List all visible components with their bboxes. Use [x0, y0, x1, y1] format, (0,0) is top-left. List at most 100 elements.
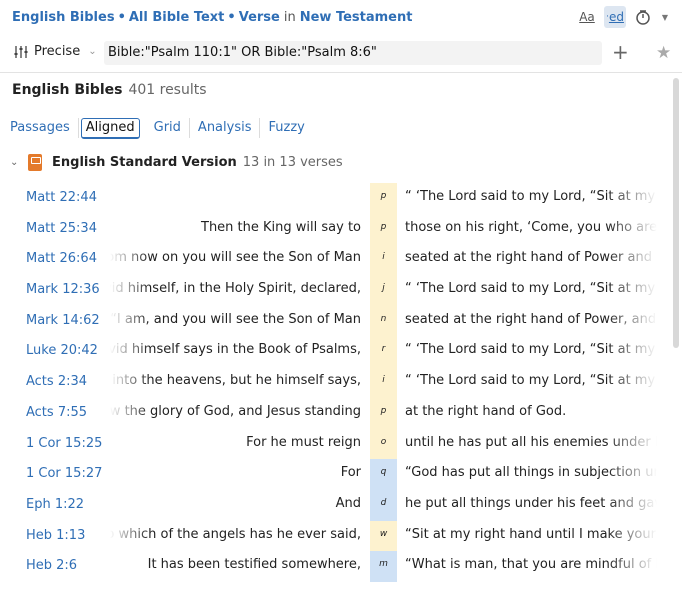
result-row[interactable]: 1 Cor 15:25 For he must reign o until he ha… — [0, 428, 670, 460]
verse-reference-link[interactable]: Matt 26:64 — [26, 251, 97, 266]
fade-overlay — [110, 183, 150, 214]
aligned-word-cell[interactable]: i — [370, 367, 397, 398]
ed-label: ed — [608, 10, 624, 24]
tab-passages[interactable]: Passages — [0, 118, 79, 138]
verse-reference-link[interactable]: Matt 22:44 — [26, 190, 97, 205]
aligned-word-cell[interactable]: p — [370, 183, 397, 214]
breadcrumb-bar: English Bibles • All Bible Text • Verse in New… — [0, 0, 682, 36]
verse-reference-link[interactable]: Mark 14:62 — [26, 313, 100, 328]
left-context: David himself, in the Holy Spirit, decla… — [110, 281, 361, 296]
chevron-down-icon[interactable]: ⌄ — [10, 157, 22, 168]
right-context: at the right hand of God. — [405, 403, 567, 419]
view-tabs: Passages Aligned Grid Analysis Fuzzy — [0, 116, 313, 140]
result-row[interactable]: Mark 14:62 said, “I am, and you will see … — [0, 305, 670, 337]
version-group-header[interactable]: ⌄ English Standard Version 13 in 13 vers… — [10, 154, 343, 171]
result-row[interactable]: Eph 1:22 And d he put all things under his … — [0, 489, 670, 521]
chevron-down-icon[interactable]: ▼ — [660, 6, 670, 28]
verse-reference-link[interactable]: Heb 1:13 — [26, 528, 85, 543]
result-row[interactable]: Acts 7:55 saw the glory of God, and Jesus… — [0, 397, 670, 429]
left-context-text: It has been testified somewhere, — [147, 557, 361, 573]
left-context: From now on you will see the Son of Man — [110, 250, 361, 265]
results-collection: English Bibles — [12, 82, 123, 98]
tab-fuzzy[interactable]: Fuzzy — [260, 118, 312, 138]
aligned-results-list: Matt 22:44 p “ ‘The Lord said to my Lord, … — [0, 183, 670, 582]
aligned-word-cell[interactable]: j — [370, 275, 397, 306]
sliders-icon — [14, 45, 28, 58]
aligned-word-cell[interactable]: p — [370, 213, 397, 245]
aligned-word-cell[interactable]: w — [370, 520, 397, 552]
result-row[interactable]: Matt 22:44 p “ ‘The Lord said to my Lord, … — [0, 183, 670, 214]
breadcrumb-all-bible-text[interactable]: All Bible Text — [129, 10, 225, 25]
verse-reference-link[interactable]: Matt 25:34 — [26, 221, 97, 236]
verse-reference-link[interactable]: Mark 12:36 — [26, 282, 100, 297]
verse-reference-link[interactable]: Acts 7:55 — [26, 405, 87, 420]
right-context: he put all things under his feet and gav… — [405, 495, 657, 511]
tab-grid[interactable]: Grid — [146, 118, 190, 138]
breadcrumb-english-bibles[interactable]: English Bibles — [12, 10, 115, 25]
aligned-word-cell[interactable]: r — [370, 336, 397, 368]
left-context: saw the glory of God, and Jesus standing — [110, 404, 361, 419]
right-context: “God has put all things in subjection un… — [405, 465, 657, 481]
verse-reference-link[interactable]: 1 Cor 15:25 — [26, 436, 102, 451]
aligned-word-cell[interactable]: i — [370, 244, 397, 276]
tab-analysis[interactable]: Analysis — [190, 118, 261, 138]
book-icon — [28, 154, 42, 171]
verse-reference-link[interactable]: Acts 2:34 — [26, 374, 87, 389]
left-context: said, “I am, and you will see the Son of… — [110, 312, 361, 327]
result-row[interactable]: Matt 26:64 From now on you will see the S… — [0, 244, 670, 276]
verse-reference-link[interactable]: Heb 2:6 — [26, 558, 77, 573]
search-bar: Precise ⌄ Bible:"Psalm 110:1" OR Bible:"… — [0, 36, 682, 73]
left-context-text: saw the glory of God, and Jesus standing — [110, 403, 361, 419]
left-context-text: For he must reign — [246, 434, 361, 450]
left-context-text: And — [335, 495, 361, 511]
verse-reference-link[interactable]: 1 Cor 15:27 — [26, 466, 102, 481]
ed-toggle-icon[interactable]: · ed — [604, 6, 626, 28]
left-context: For David did not ascend into the heaven… — [110, 373, 361, 388]
breadcrumb-verse[interactable]: Verse — [239, 10, 280, 25]
chevron-down-icon: ⌄ — [88, 46, 97, 57]
result-row[interactable]: Heb 2:6 It has been testified somewhere, m… — [0, 551, 670, 582]
scrollbar[interactable] — [673, 78, 679, 348]
timer-icon[interactable] — [632, 6, 654, 28]
left-context-text: For David himself says in the Book of Ps… — [110, 342, 361, 358]
left-context-text: From now on you will see the Son of Man — [110, 250, 361, 266]
left-context: Then the King will say to — [110, 220, 361, 235]
aligned-word-cell[interactable]: m — [370, 551, 397, 582]
result-row[interactable]: Matt 25:34 Then the King will say to p thos… — [0, 213, 670, 245]
result-row[interactable]: Luke 20:42 For David himself says in the … — [0, 336, 670, 368]
right-context: “ ‘The Lord said to my Lord, “Sit at my … — [405, 281, 657, 297]
right-context: those on his right, ‘Come, you who are b… — [405, 219, 657, 235]
result-row[interactable]: Heb 1:13 And to which of the angels has h… — [0, 520, 670, 552]
search-mode-label: Precise — [34, 44, 81, 59]
aligned-word-cell[interactable]: q — [370, 459, 397, 490]
left-context: For David himself says in the Book of Ps… — [110, 342, 361, 357]
star-icon[interactable]: ★ — [656, 44, 671, 62]
aligned-word-cell[interactable]: d — [370, 489, 397, 521]
result-row[interactable]: Acts 2:34 For David did not ascend into t… — [0, 367, 670, 398]
aligned-word-cell[interactable]: n — [370, 305, 397, 337]
result-row[interactable]: 1 Cor 15:27 For q “God has put all things i… — [0, 459, 670, 490]
verse-reference-link[interactable]: Eph 1:22 — [26, 497, 84, 512]
version-count: 13 in 13 verses — [242, 155, 343, 170]
aligned-word-cell[interactable]: o — [370, 428, 397, 460]
verse-reference-link[interactable]: Luke 20:42 — [26, 343, 98, 358]
breadcrumb-in-label: in — [283, 10, 296, 25]
breadcrumb-new-testament[interactable]: New Testament — [300, 10, 413, 25]
search-input[interactable]: Bible:"Psalm 110:1" OR Bible:"Psalm 8:6" — [104, 41, 602, 65]
font-size-icon[interactable]: Aa — [576, 6, 598, 28]
breadcrumb-separator: • — [117, 10, 126, 25]
version-name: English Standard Version — [52, 155, 237, 170]
font-size-label: Aa — [579, 10, 595, 24]
left-context-text: Then the King will say to — [201, 219, 361, 235]
left-context-text: David himself, in the Holy Spirit, decla… — [110, 281, 361, 297]
left-context-text: For — [340, 465, 361, 481]
search-mode-dropdown[interactable]: Precise ⌄ — [14, 44, 97, 59]
right-context: “ ‘The Lord said to my Lord, “Sit at my … — [405, 342, 657, 358]
left-context: And — [110, 496, 361, 511]
aligned-word-cell[interactable]: p — [370, 397, 397, 429]
tab-aligned[interactable]: Aligned — [80, 117, 140, 139]
left-context-text: And to which of the angels has he ever s… — [110, 526, 361, 542]
right-context: seated at the right hand of Power and co… — [405, 250, 657, 266]
add-icon[interactable]: + — [612, 42, 629, 62]
result-row[interactable]: Mark 12:36 David himself, in the Holy Spi… — [0, 275, 670, 306]
